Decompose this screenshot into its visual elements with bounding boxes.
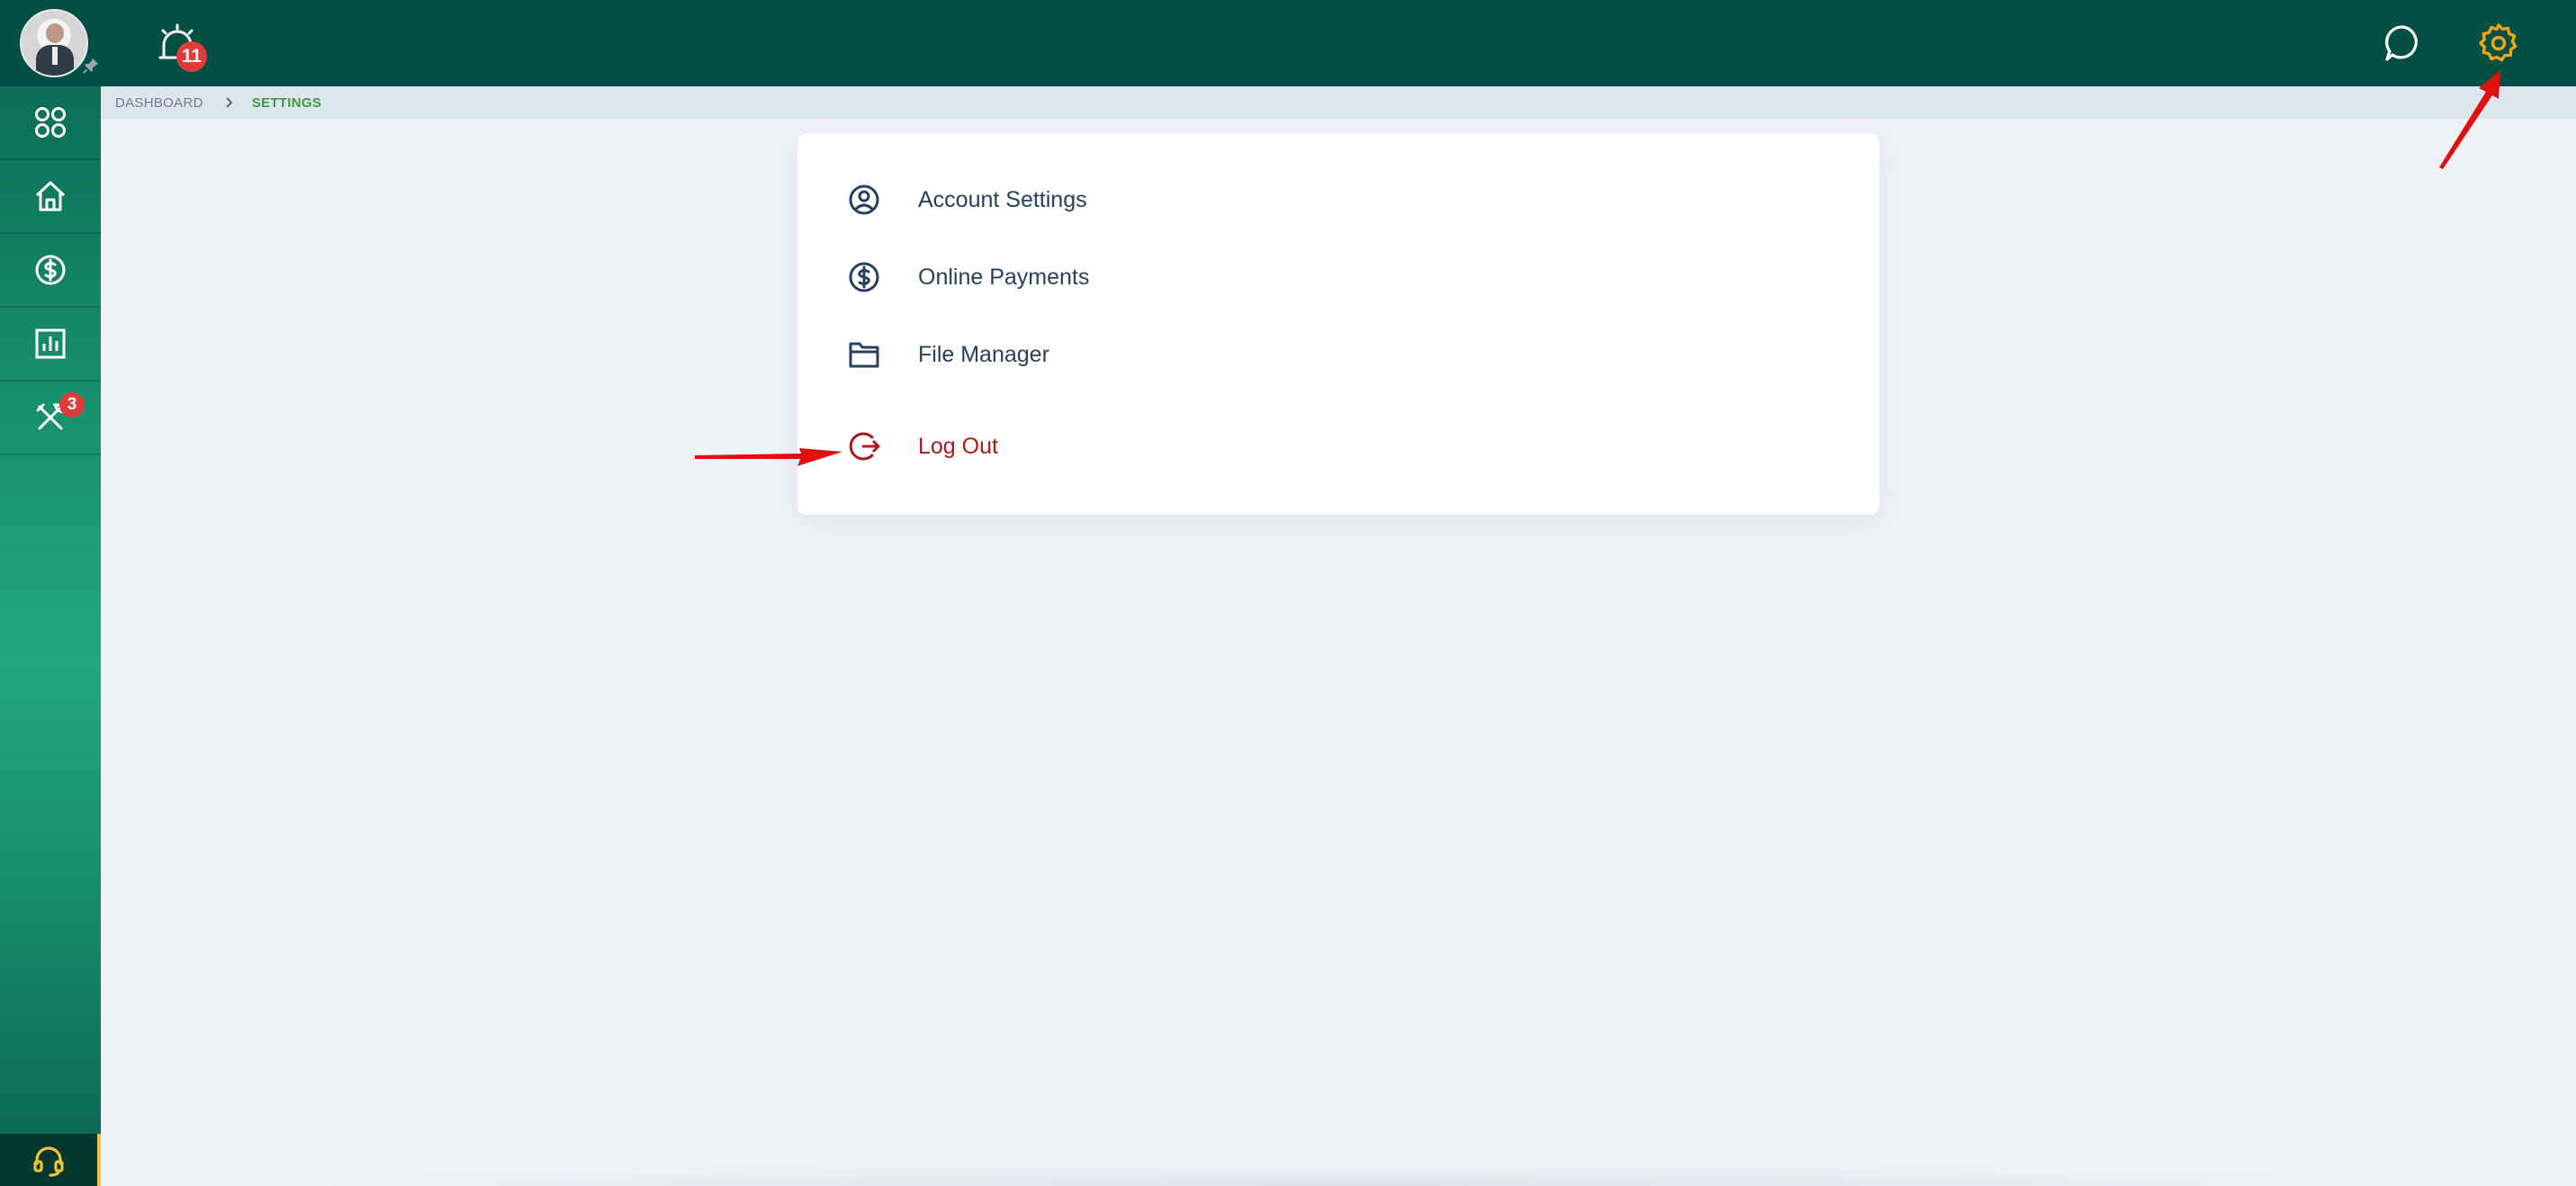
support-button[interactable] bbox=[0, 1134, 101, 1186]
menu-item-online-payments[interactable]: Online Payments bbox=[797, 241, 1879, 313]
bar-chart-icon bbox=[35, 328, 66, 359]
menu-label-file-manager: File Manager bbox=[918, 341, 1049, 367]
user-circle-icon bbox=[849, 184, 879, 215]
sidebar-item-home[interactable] bbox=[0, 160, 101, 234]
chat-bubble-icon[interactable] bbox=[2382, 22, 2425, 65]
menu-label-online-payments: Online Payments bbox=[918, 264, 1090, 290]
sidebar-item-payments[interactable] bbox=[0, 234, 101, 308]
home-icon bbox=[35, 181, 66, 211]
user-avatar[interactable] bbox=[20, 9, 88, 77]
dollar-circle-icon bbox=[35, 255, 66, 285]
menu-item-account-settings[interactable]: Account Settings bbox=[797, 164, 1879, 236]
sidebar-item-apps[interactable] bbox=[0, 86, 101, 160]
sidebar-item-tools[interactable] bbox=[0, 382, 101, 455]
headset-icon bbox=[33, 1146, 64, 1177]
menu-label-account-settings: Account Settings bbox=[918, 186, 1087, 212]
menu-item-file-manager[interactable]: File Manager bbox=[797, 319, 1879, 391]
sidebar-item-reports[interactable] bbox=[0, 308, 101, 382]
bottom-shadow bbox=[270, 1166, 2430, 1186]
menu-label-log-out: Log Out bbox=[918, 433, 998, 459]
pin-icon[interactable] bbox=[81, 56, 101, 76]
apps-grid-icon bbox=[35, 107, 66, 138]
settings-menu-card: Account Settings Online Payments File Ma… bbox=[797, 133, 1879, 515]
breadcrumb: DASHBOARD SETTINGS bbox=[101, 86, 2576, 119]
gear-icon[interactable] bbox=[2475, 20, 2522, 67]
breadcrumb-current: SETTINGS bbox=[251, 94, 322, 111]
menu-item-log-out[interactable]: Log Out bbox=[797, 410, 1879, 482]
logout-icon bbox=[849, 432, 880, 461]
tools-count-badge: 3 bbox=[59, 392, 85, 418]
breadcrumb-dashboard-link[interactable]: DASHBOARD bbox=[115, 95, 203, 111]
chevron-right-icon bbox=[226, 97, 233, 108]
notification-count-badge: 11 bbox=[176, 41, 207, 72]
folder-icon bbox=[849, 342, 879, 368]
dollar-circle-icon bbox=[849, 262, 879, 292]
top-bar: 11 bbox=[0, 0, 2576, 86]
